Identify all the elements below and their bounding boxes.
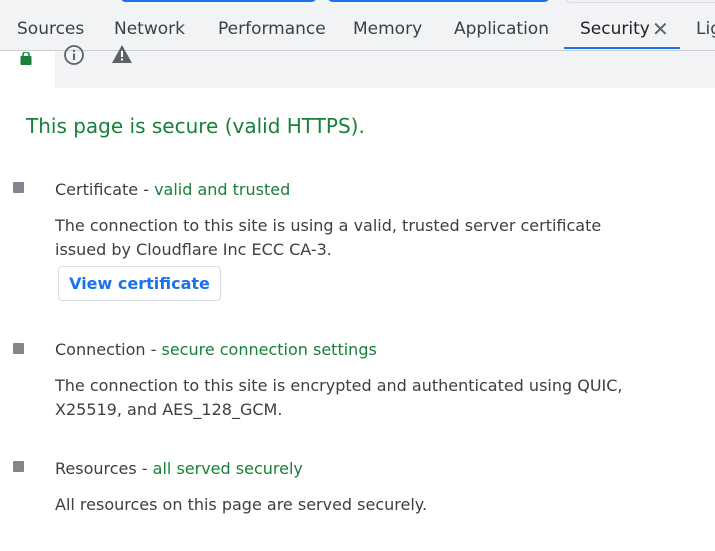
top-gray-pill bbox=[565, 0, 715, 3]
security-summary-headline: This page is secure (valid HTTPS). bbox=[26, 114, 365, 138]
section-title: Certificate - valid and trusted bbox=[55, 180, 290, 199]
top-blue-pill bbox=[327, 0, 550, 2]
section-bullet bbox=[13, 461, 24, 472]
section-title-label: Connection bbox=[55, 340, 146, 359]
top-blue-pill bbox=[120, 0, 317, 2]
section-description: The connection to this site is encrypted… bbox=[55, 376, 623, 419]
section-title-separator: - bbox=[145, 340, 162, 359]
section-title: Resources - all served securely bbox=[55, 459, 303, 478]
section-bullet bbox=[13, 343, 24, 354]
close-icon[interactable]: ✕ bbox=[652, 8, 669, 50]
lock-icon bbox=[19, 51, 33, 70]
warning-icon[interactable] bbox=[111, 44, 133, 68]
section-description: All resources on this page are served se… bbox=[55, 495, 428, 514]
section-status: secure connection settings bbox=[161, 340, 377, 359]
tab-memory[interactable]: Memory bbox=[353, 8, 422, 50]
section-description: The connection to this site is using a v… bbox=[55, 216, 602, 259]
overview-selected[interactable] bbox=[0, 51, 55, 88]
security-sidebar-bar bbox=[0, 45, 715, 88]
section-title-label: Certificate bbox=[55, 180, 139, 199]
section-title-separator: - bbox=[138, 180, 155, 199]
section-title-separator: - bbox=[136, 459, 153, 478]
tab-security[interactable]: Security bbox=[580, 8, 650, 50]
tab-performance[interactable]: Performance bbox=[218, 8, 326, 50]
security-panel: Sources Network Performance Memory Appli… bbox=[0, 0, 715, 551]
section-status: valid and trusted bbox=[154, 180, 291, 199]
view-certificate-button[interactable]: View certificate bbox=[58, 266, 221, 301]
info-icon[interactable] bbox=[63, 44, 85, 70]
tab-application[interactable]: Application bbox=[454, 8, 549, 50]
devtools-tabbar: Sources Network Performance Memory Appli… bbox=[0, 8, 715, 51]
active-tab-indicator bbox=[564, 47, 680, 49]
section-title: Connection - secure connection settings bbox=[55, 340, 377, 359]
section-status: all served securely bbox=[152, 459, 303, 478]
section-title-label: Resources bbox=[55, 459, 137, 478]
tab-lighthouse[interactable]: Lig bbox=[696, 8, 715, 50]
section-bullet bbox=[13, 182, 24, 193]
